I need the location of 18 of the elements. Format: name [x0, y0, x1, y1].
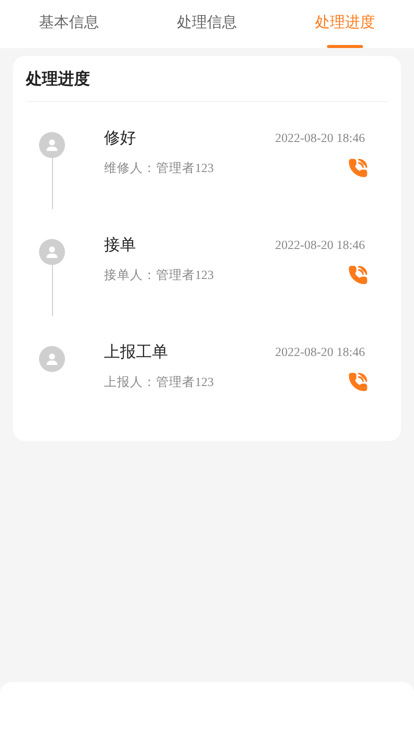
tab[interactable]: 基本信息 — [0, 0, 138, 48]
tab[interactable]: 处理信息 — [138, 0, 276, 48]
avatar-icon — [39, 239, 65, 265]
phone-icon[interactable] — [348, 265, 368, 285]
phone-icon[interactable] — [348, 158, 368, 178]
avatar-icon — [39, 346, 65, 372]
phone-icon[interactable] — [348, 372, 368, 392]
step-person: 上报人：管理者123 — [104, 374, 214, 390]
step-title: 修好 — [104, 128, 136, 149]
step-time: 2022-08-20 18:46 — [275, 131, 365, 146]
avatar-icon — [39, 132, 65, 158]
step-person: 接单人：管理者123 — [104, 266, 214, 284]
step-title: 上报工单 — [104, 342, 168, 363]
step-time: 2022-08-20 18:46 — [275, 345, 365, 360]
step-person: 维修人：管理者123 — [104, 160, 214, 176]
card-title: 处理进度 — [26, 56, 388, 102]
step-title: 接单 — [104, 235, 136, 256]
step-time: 2022-08-20 18:46 — [275, 238, 365, 253]
